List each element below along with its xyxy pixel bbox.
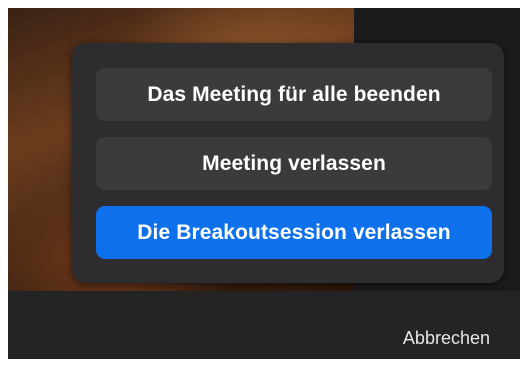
leave-meeting-dialog: Das Meeting für alle beenden Meeting ver… <box>72 43 504 283</box>
leave-breakout-session-button[interactable]: Die Breakoutsession verlassen <box>96 206 492 259</box>
leave-meeting-button[interactable]: Meeting verlassen <box>96 137 492 190</box>
meeting-window: Das Meeting für alle beenden Meeting ver… <box>8 8 520 359</box>
end-meeting-for-all-button[interactable]: Das Meeting für alle beenden <box>96 68 492 121</box>
cancel-button[interactable]: Abbrechen <box>403 328 490 349</box>
